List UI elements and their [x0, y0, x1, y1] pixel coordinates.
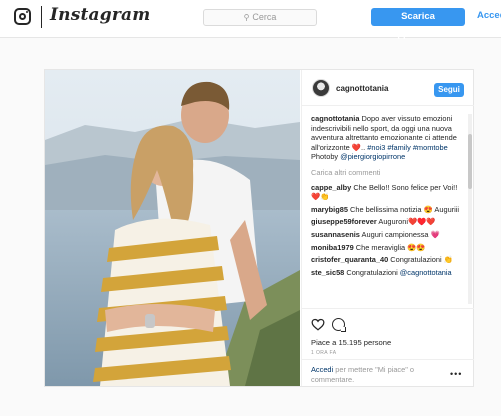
comments-scrollbar[interactable] [468, 114, 472, 304]
heart-icon[interactable] [311, 318, 325, 331]
caption-hashtags[interactable]: #noi3 #family #momtobe [367, 143, 448, 152]
instagram-wordmark[interactable]: Instagram [50, 5, 150, 25]
list-item: susannasenis Auguri campionessa 💗 [311, 230, 467, 240]
comment-icon[interactable] [332, 318, 346, 332]
list-item: moniba1979 Che meraviglia 😍😍 [311, 243, 467, 253]
list-item: cappe_alby Che Bello!! Sono felice per V… [311, 183, 467, 202]
login-to-comment-link[interactable]: Accedi [311, 365, 333, 374]
download-app-button[interactable]: Scarica l'applicazione [371, 8, 465, 40]
comment-text: Auguri campionessa 💗 [361, 229, 440, 239]
post-photo[interactable] [45, 70, 300, 386]
top-nav: Instagram ⚲ Cerca Scarica l'applicazione … [0, 0, 501, 40]
post-header: cagnottotania Segui [302, 70, 474, 106]
nav-divider [41, 6, 42, 28]
comment-username[interactable]: giuseppe59forever [311, 217, 377, 226]
avatar[interactable] [312, 79, 330, 97]
list-item: giuseppe59forever Auguroni❤️♥️❤️ [311, 217, 467, 227]
post-photo-image [45, 70, 300, 386]
search-icon: ⚲ [243, 13, 250, 22]
photo-credit-prefix: Photoby [311, 152, 339, 162]
post-sidebar: cagnottotania Segui cagnottotania Dopo a… [301, 70, 474, 386]
comment-text: Che bellissima notizia 😍 Auguriii [350, 204, 460, 214]
more-options-icon[interactable]: ••• [450, 369, 462, 379]
load-more-comments-link[interactable]: Carica altri commenti [311, 168, 467, 178]
comment-username[interactable]: susannasenis [311, 230, 360, 239]
post-timestamp: 1 ORA FA [311, 350, 337, 356]
comment-username[interactable]: cristofer_quaranta_40 [311, 255, 388, 264]
comment-text: Auguroni❤️♥️❤️ [378, 217, 436, 227]
instagram-logo-icon[interactable] [14, 8, 31, 25]
search-input[interactable]: ⚲ Cerca [203, 9, 317, 26]
comment-mention[interactable]: @cagnottotania [400, 268, 452, 277]
comment-username[interactable]: moniba1979 [311, 243, 354, 252]
scrollbar-thumb[interactable] [468, 134, 472, 189]
likes-count[interactable]: Piace a 15.195 persone [311, 338, 391, 347]
login-to-comment: Accedi per mettere "Mi piace" o commenta… [311, 365, 441, 384]
search-placeholder: Cerca [252, 12, 277, 22]
list-item: ste_sic58 Congratulazioni @cagnottotania [311, 268, 467, 278]
comment-text: Congratulazioni [346, 267, 398, 277]
comment-username[interactable]: marybig85 [311, 205, 348, 214]
comment-text: Che meraviglia 😍😍 [355, 242, 426, 252]
login-link[interactable]: Accedi [477, 10, 501, 21]
caption-username[interactable]: cagnottotania [311, 114, 359, 123]
post-actions: Piace a 15.195 persone 1 ORA FA Accedi p… [302, 308, 474, 386]
post-card: cagnottotania Segui cagnottotania Dopo a… [44, 69, 474, 387]
follow-button[interactable]: Segui [434, 83, 464, 97]
comments-list[interactable]: cagnottotania Dopo aver vissuto emozioni… [311, 114, 467, 304]
add-comment-section: Accedi per mettere "Mi piace" o commenta… [302, 359, 474, 387]
post-caption: cagnottotania Dopo aver vissuto emozioni… [311, 114, 467, 162]
post-username[interactable]: cagnottotania [336, 84, 388, 93]
comment-text: Congratulazioni 👏 [390, 255, 453, 265]
list-item: cristofer_quaranta_40 Congratulazioni 👏 [311, 255, 467, 265]
comment-username[interactable]: cappe_alby [311, 183, 351, 192]
comment-username[interactable]: ste_sic58 [311, 268, 344, 277]
list-item: marybig85 Che bellissima notizia 😍 Augur… [311, 205, 467, 215]
photo-credit-handle[interactable]: @piergiorgiopirrone [340, 152, 405, 161]
